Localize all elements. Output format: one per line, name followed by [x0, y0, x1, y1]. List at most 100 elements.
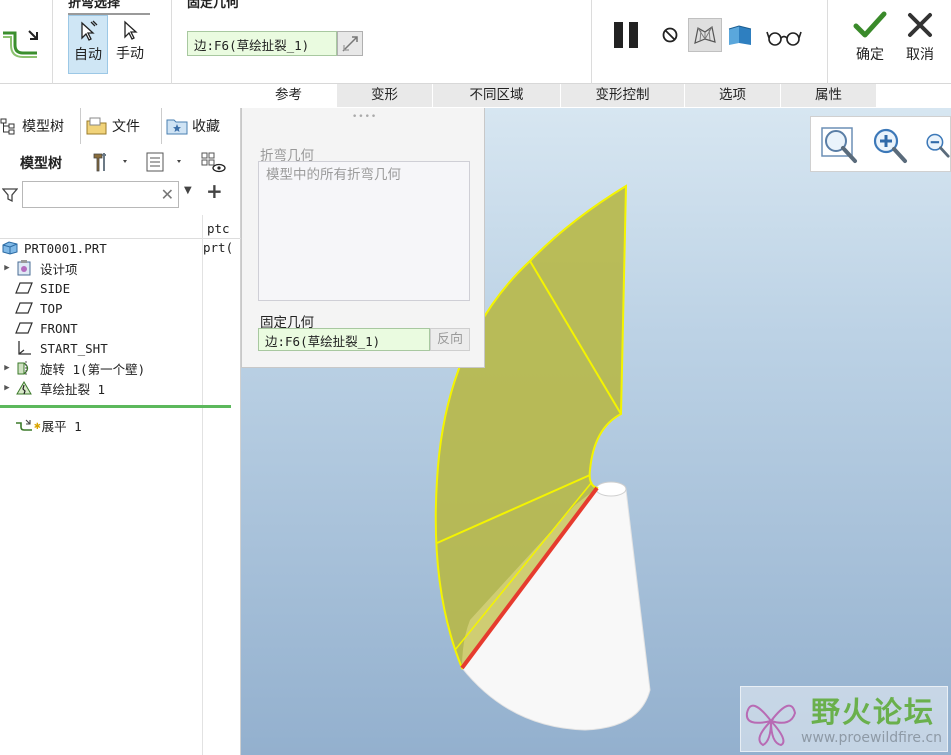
flip-label: 反向 [436, 332, 463, 347]
tab-options[interactable]: 选项 [685, 84, 781, 107]
filter-icon[interactable] [0, 183, 20, 207]
bend-select-title: 折弯选择 [68, 0, 121, 11]
tree-item-part[interactable]: PRT0001.PRT [0, 238, 107, 258]
fixed-geom-field[interactable]: 边:F6(草绘扯裂_1) [258, 328, 430, 351]
solid-preview-icon[interactable] [726, 20, 754, 50]
tree-item-label: START_SHT [40, 340, 108, 356]
fixed-geom-title: 固定几何 [187, 0, 240, 11]
tree-item-sketch-rip[interactable]: ▶ 草绘扯裂 1 [0, 378, 105, 398]
no-preview-icon[interactable] [658, 24, 682, 46]
cancel-label: 取消 [906, 47, 934, 63]
flatten-feature-icon [0, 22, 42, 64]
bend-geom-collector[interactable]: 模型中的所有折弯几何 [258, 161, 470, 301]
tree-item-label: 草绘扯裂 1 [40, 381, 106, 397]
cancel-button[interactable]: 取消 [897, 10, 943, 70]
tab-favorites[interactable]: 收藏 [166, 108, 241, 144]
tab-deform-control[interactable]: 变形控制 [561, 84, 685, 107]
tab-references[interactable]: 参考 [241, 84, 337, 107]
expand-arrow-icon[interactable]: ▶ [0, 383, 14, 393]
tab-deform[interactable]: 变形 [337, 84, 433, 107]
auto-label: 自动 [74, 47, 102, 63]
manual-cursor-icon [124, 20, 138, 40]
clear-search-icon[interactable]: ✕ [161, 185, 174, 204]
flatten-icon [14, 417, 34, 433]
tree-column-header: ptc [207, 221, 230, 236]
tree-column-value: prt( [203, 240, 234, 255]
panel-grip[interactable]: •••• [352, 112, 377, 122]
design-items-icon [14, 260, 34, 276]
expand-arrow-icon[interactable]: ▶ [0, 363, 14, 373]
bend-geom-placeholder: 模型中的所有折弯几何 [266, 167, 401, 183]
glasses-preview-icon[interactable] [764, 24, 804, 50]
ok-button[interactable]: 确定 [846, 10, 894, 70]
mesh-preview-icon[interactable] [688, 18, 722, 52]
tree-item-design-items[interactable]: ▶ 设计项 [0, 258, 78, 278]
tree-item-front[interactable]: FRONT [0, 318, 78, 338]
zoom-in-icon[interactable] [867, 125, 911, 165]
tree-item-side[interactable]: SIDE [0, 278, 70, 298]
manual-label: 手动 [116, 46, 144, 62]
new-feature-star-icon: ✱ [34, 418, 41, 432]
model-tree-header: 模型树 [20, 156, 62, 172]
tree-item-label: 旋转 1(第一个壁) [40, 361, 146, 377]
cone-top-opening [595, 481, 627, 497]
tree-item-revolve[interactable]: ▶ 旋转 1(第一个壁) [0, 358, 145, 378]
column-visibility-icon[interactable] [198, 150, 228, 174]
auto-button[interactable]: 自动 [68, 15, 108, 74]
tree-item-label: 展平 1 [41, 418, 82, 434]
auto-cursor-icon [81, 20, 98, 41]
watermark-title: 野火论坛 [811, 695, 936, 729]
flip-button[interactable]: 反向 [430, 328, 470, 351]
search-dropdown-icon[interactable]: ▼ [184, 185, 192, 196]
tree-column-vline [202, 215, 203, 755]
tab-model-tree-label: 模型树 [22, 119, 64, 135]
tree-item-csys[interactable]: START_SHT [0, 338, 108, 358]
tab-divider [80, 108, 81, 144]
fixed-geom-collector[interactable]: 边:F6(草绘扯裂_1) [187, 31, 337, 56]
tree-item-label: PRT0001.PRT [24, 240, 107, 256]
tree-item-top[interactable]: TOP [0, 298, 63, 318]
references-panel: •••• 折弯几何 模型中的所有折弯几何 固定几何 边:F6(草绘扯裂_1) 反… [241, 108, 485, 368]
tree-item-label: FRONT [40, 320, 78, 336]
part-icon [0, 240, 20, 256]
manual-button[interactable]: 手动 [110, 15, 150, 74]
folder-icon [86, 117, 107, 135]
datum-plane-icon [14, 320, 34, 336]
csys-icon [14, 340, 34, 356]
tree-item-label: 设计项 [40, 261, 78, 277]
tab-model-tree[interactable]: 模型树 [0, 108, 80, 144]
insert-indicator[interactable] [0, 405, 231, 408]
favorites-icon [166, 119, 188, 135]
pause-icon[interactable] [608, 18, 644, 52]
tree-item-label: SIDE [40, 280, 71, 296]
tab-files[interactable]: 文件 [86, 108, 160, 144]
flip-direction-icon[interactable] [337, 31, 363, 56]
tab-files-label: 文件 [112, 119, 140, 135]
butterfly-logo-icon [745, 704, 797, 747]
tab-properties[interactable]: 属性 [781, 84, 877, 107]
tab-favorites-label: 收藏 [192, 119, 220, 135]
ribbon: 折弯选择 自动 手动 固定几何 边:F6(草绘扯裂_1) 确定 取消 [0, 0, 951, 84]
tree-item-label: TOP [40, 300, 63, 316]
view-toolbar [810, 116, 951, 172]
zoom-out-icon[interactable] [917, 125, 951, 165]
sketch-rip-icon [14, 380, 34, 396]
refit-icon[interactable] [817, 125, 861, 165]
dashboard-tabs: 参考 变形 不同区域 变形控制 选项 属性 [241, 84, 951, 108]
watermark-url: www.proewildfire.cn [801, 730, 943, 746]
show-list-icon[interactable] [142, 150, 188, 174]
tab-divider [161, 108, 162, 144]
revolve-icon [14, 360, 34, 376]
ok-label: 确定 [856, 47, 884, 63]
expand-arrow-icon[interactable]: ▶ [0, 263, 14, 273]
navigator-panel: 模型树 文件 收藏 模型树 ✕ ▼ + ptc prt( PRT0001.PRT… [0, 108, 241, 755]
tree-item-flatten[interactable]: ✱ 展平 1 [0, 415, 82, 435]
settings-tools-icon[interactable] [90, 150, 132, 174]
datum-plane-icon [14, 300, 34, 316]
checkmark-icon [853, 11, 887, 38]
add-filter-icon[interactable]: + [206, 179, 223, 203]
close-icon [908, 13, 932, 37]
tab-different-regions[interactable]: 不同区域 [433, 84, 561, 107]
watermark: 野火论坛 www.proewildfire.cn [740, 686, 948, 752]
tree-search-input[interactable]: ✕ [22, 181, 179, 208]
